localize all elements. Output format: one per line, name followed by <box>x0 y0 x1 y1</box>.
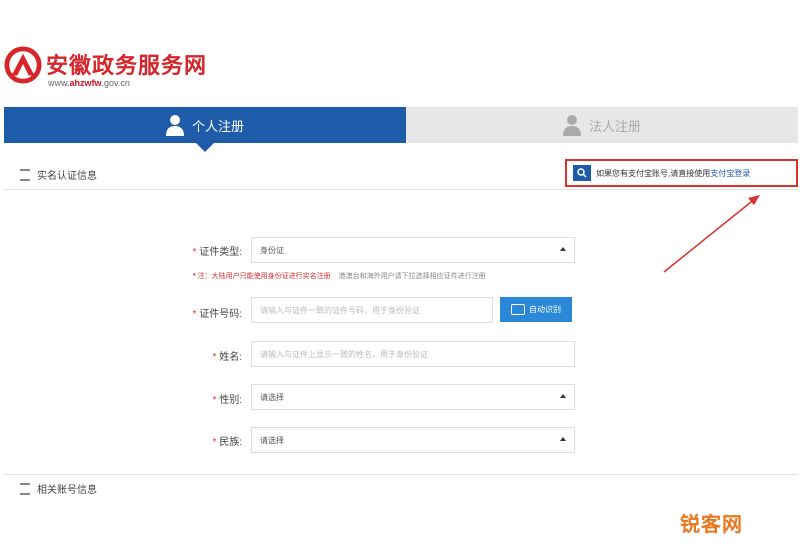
dropdown-arrow-icon <box>560 437 566 441</box>
site-url: www.ahzwfw.gov.cn <box>48 78 130 88</box>
gender-select[interactable]: 请选择 <box>251 384 575 410</box>
site-header: 安徽政务服务网 www.ahzwfw.gov.cn <box>0 0 800 98</box>
registration-tabs: 个人注册 法人注册 <box>4 107 798 152</box>
id-type-select[interactable]: 身份证 <box>251 237 575 263</box>
id-type-hint: * 注：大陆用户只能使用身份证进行实名注册 港澳台和海外用户请下拉选择相应证件进行… <box>193 273 486 280</box>
gender-label: * 性别: <box>212 395 242 406</box>
ethnicity-select[interactable]: 请选择 <box>251 427 575 453</box>
name-input[interactable]: 请输入与证件上显示一致的姓名，用于身份验证 <box>251 341 575 367</box>
person-icon <box>562 115 581 136</box>
id-type-label: * 证件类型: <box>192 247 242 258</box>
alipay-login-notice: 如果您有支付宝账号,请直接使用 支付宝登录 <box>565 159 798 187</box>
camera-icon <box>511 304 525 315</box>
red-arrow-annotation <box>663 195 760 273</box>
dropdown-arrow-icon <box>560 394 566 398</box>
menu-icon <box>20 482 30 495</box>
person-icon <box>165 115 184 136</box>
section-divider <box>4 474 798 475</box>
tab-label: 个人注册 <box>191 118 244 134</box>
dropdown-arrow-icon <box>560 247 566 251</box>
section-title-realname: 实名认证信息 <box>20 167 97 182</box>
search-icon <box>573 165 591 181</box>
id-number-label: * 证件号码: <box>192 309 242 320</box>
tab-label: 法人注册 <box>588 118 641 134</box>
menu-icon <box>20 168 30 181</box>
id-number-input[interactable]: 请输入与证件一致的证件号码，用于身份验证 <box>251 297 493 323</box>
auto-recognize-button[interactable]: 自动识别 <box>500 297 572 322</box>
tab-legal-entity-registration[interactable]: 法人注册 <box>406 107 798 143</box>
watermark: 锐客网 <box>680 514 743 536</box>
alipay-login-link[interactable]: 支付宝登录 <box>710 168 750 179</box>
ethnicity-label: * 民族: <box>212 437 242 448</box>
tab-personal-registration[interactable]: 个人注册 <box>4 107 406 152</box>
section-title-account: 相关账号信息 <box>20 481 97 496</box>
active-tab-pointer <box>196 143 214 152</box>
site-logo-icon[interactable] <box>4 46 42 84</box>
notice-text: 如果您有支付宝账号,请直接使用 <box>596 168 711 178</box>
site-title: 安徽政务服务网 <box>46 53 208 78</box>
name-label: * 姓名: <box>212 352 242 363</box>
